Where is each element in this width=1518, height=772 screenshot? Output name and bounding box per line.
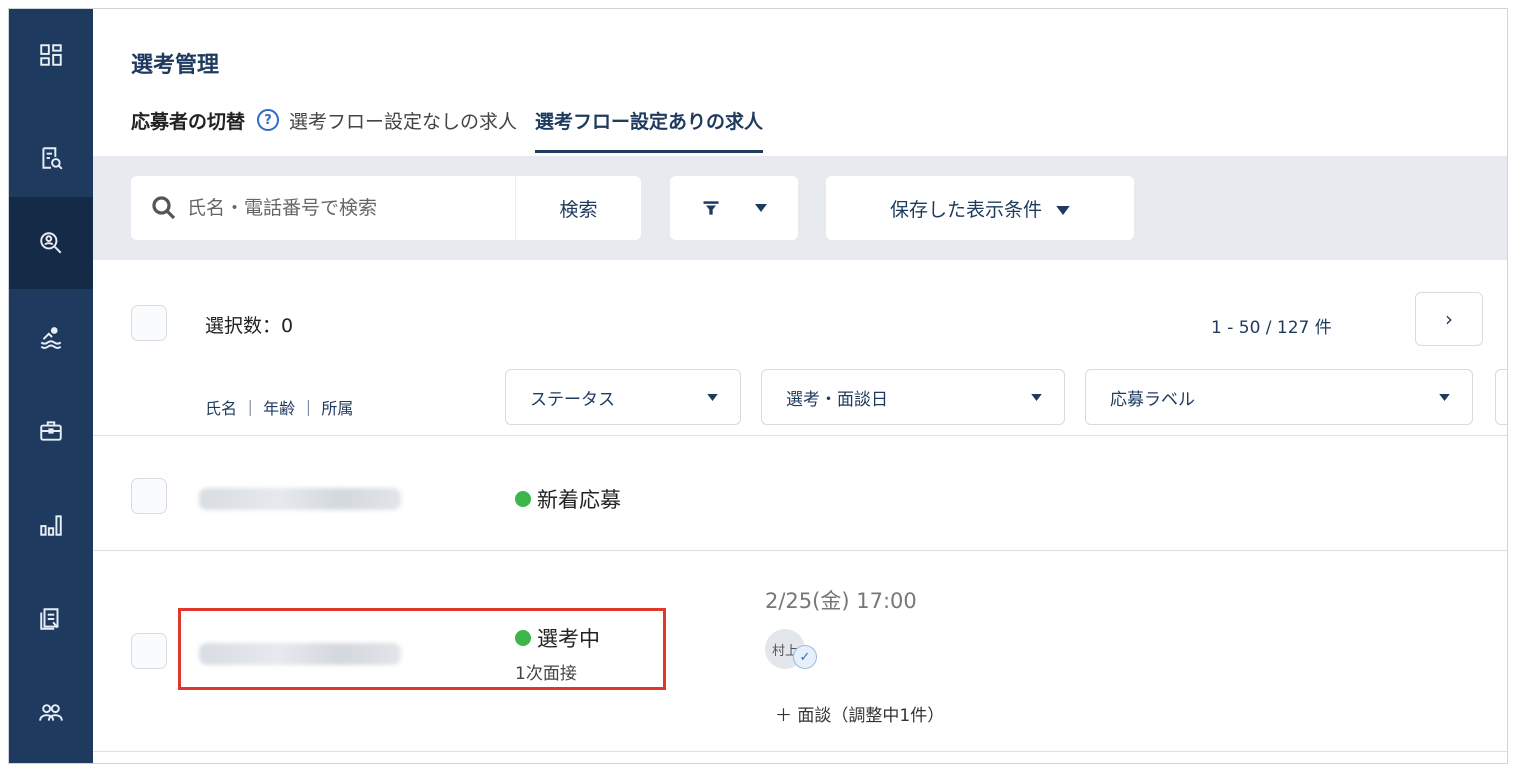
row-divider	[93, 751, 1507, 752]
table-row[interactable]: 新着応募	[93, 436, 1507, 550]
swimmer-icon	[40, 327, 62, 349]
label-column-select[interactable]: 応募ラベル	[1085, 369, 1473, 425]
interview-datetime[interactable]: 2/25(金) 17:00	[765, 585, 917, 615]
saved-conditions-button[interactable]: 保存した表示条件	[826, 176, 1134, 240]
chevron-down-icon	[707, 393, 718, 401]
sidebar-item-jobs[interactable]	[9, 385, 93, 477]
sidebar	[9, 9, 93, 763]
sidebar-item-analytics[interactable]	[9, 479, 93, 571]
sidebar-item-dashboard[interactable]	[9, 9, 93, 101]
schedule-column-label: 選考・面談日	[786, 389, 888, 410]
users-icon	[39, 704, 63, 721]
extra-column-select[interactable]	[1495, 369, 1507, 425]
briefcase-icon	[40, 421, 62, 441]
search-input[interactable]	[187, 197, 517, 219]
search-icon	[152, 196, 176, 220]
row-checkbox[interactable]	[131, 478, 167, 514]
clipboard-icon	[40, 608, 59, 630]
column-name-age-affiliation[interactable]: 氏名 ｜ 年齢 ｜ 所属	[205, 395, 353, 419]
check-icon: ✓	[793, 645, 817, 669]
saved-conditions-label: 保存した表示条件	[889, 198, 1042, 221]
sidebar-item-applicants[interactable]	[9, 197, 93, 289]
highlight-box	[178, 608, 666, 690]
pagination-info: 1 - 50 / 127 件	[1211, 318, 1332, 338]
sidebar-item-members[interactable]	[9, 667, 93, 759]
status-label: 新着応募	[515, 484, 621, 514]
label-column-label: 応募ラベル	[1110, 389, 1195, 410]
status-text: 新着応募	[537, 488, 621, 512]
search-button[interactable]: 検索	[516, 176, 641, 240]
filter-dropdown-button[interactable]	[670, 176, 798, 240]
switch-label: 応募者の切替	[131, 111, 246, 133]
chevron-down-icon	[1056, 205, 1070, 215]
chevron-right-icon: ›	[1445, 307, 1453, 331]
applicant-switcher: 応募者の切替 ? 選考フロー設定なしの求人 選考フロー設定ありの求人	[131, 107, 781, 155]
search-box: 検索	[131, 176, 641, 240]
sidebar-item-activities[interactable]	[9, 291, 93, 383]
chevron-down-icon	[1439, 393, 1450, 401]
table-header: 氏名 ｜ 年齢 ｜ 所属 ステータス 選考・面談日 応募ラベル	[93, 369, 1507, 435]
chevron-down-icon	[755, 204, 767, 212]
person-search-icon	[40, 232, 62, 254]
status-dot	[515, 491, 531, 507]
sidebar-item-documents[interactable]	[9, 112, 93, 204]
document-search-icon	[42, 147, 63, 170]
dashboard-icon	[40, 44, 62, 66]
select-all-checkbox[interactable]	[131, 305, 167, 341]
sidebar-item-forms[interactable]	[9, 573, 93, 665]
chevron-down-icon	[1031, 393, 1042, 401]
filter-icon	[703, 201, 719, 215]
tab-without-flow[interactable]: 選考フロー設定なしの求人	[289, 107, 517, 150]
help-icon[interactable]: ?	[257, 109, 280, 131]
page-title: 選考管理	[131, 53, 220, 78]
row-checkbox[interactable]	[131, 633, 167, 669]
next-page-button[interactable]: ›	[1415, 292, 1483, 346]
applicant-name-blurred[interactable]	[199, 488, 401, 510]
status-column-select[interactable]: ステータス	[505, 369, 741, 425]
add-meeting-link[interactable]: ＋ 面談（調整中1件）	[775, 701, 944, 726]
filter-bar: 検索 保存した表示条件	[93, 156, 1507, 260]
tab-with-flow[interactable]: 選考フロー設定ありの求人	[535, 107, 764, 153]
selection-row: 選択数：0 1 - 50 / 127 件 ›	[131, 292, 1507, 346]
schedule-column-select[interactable]: 選考・面談日	[761, 369, 1065, 425]
selected-count: 選択数：0	[205, 315, 294, 337]
status-column-label: ステータス	[530, 389, 615, 410]
bar-chart-icon	[40, 515, 62, 536]
